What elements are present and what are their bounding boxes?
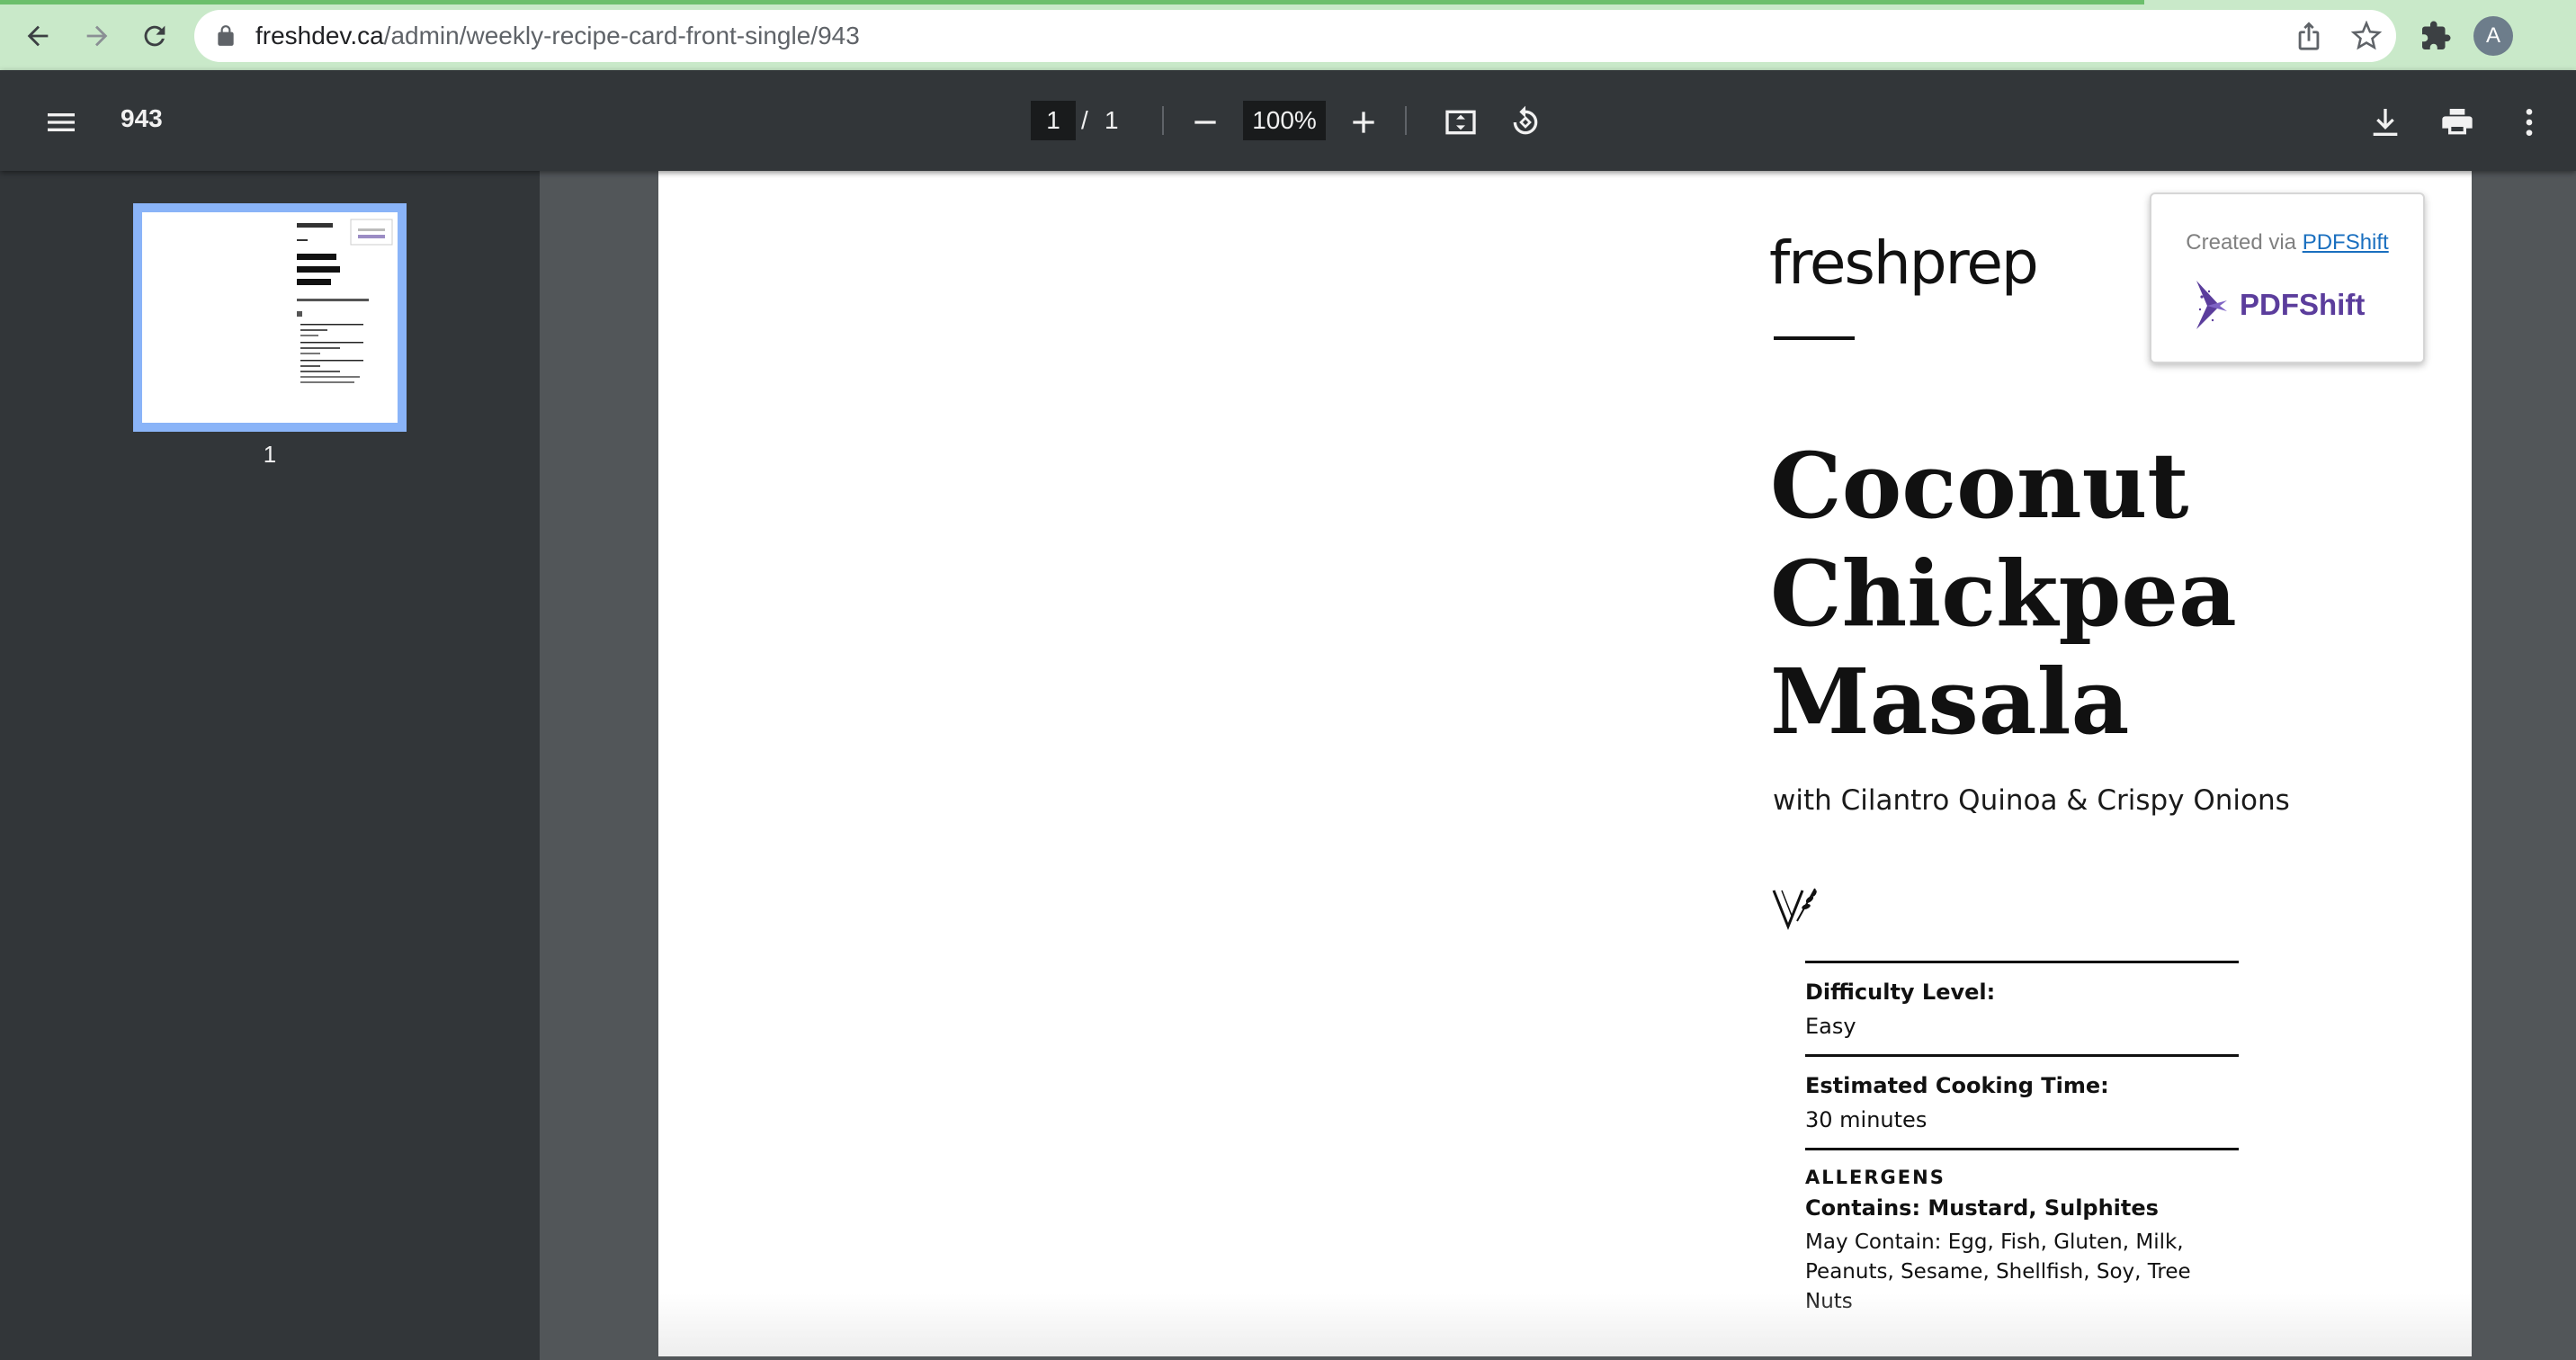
lock-icon[interactable]: [214, 24, 237, 48]
address-bar[interactable]: freshdev.ca/admin/weekly-recipe-card-fro…: [194, 10, 2396, 62]
difficulty-section: Difficulty Level: Easy: [1805, 961, 2239, 1039]
back-arrow-icon: [27, 25, 49, 47]
recipe-title-line: Masala: [1770, 649, 2130, 755]
document-title: 943: [121, 104, 163, 132]
page-load-progress: [0, 0, 2144, 4]
page-number-input[interactable]: 1: [1031, 101, 1076, 140]
difficulty-label: Difficulty Level:: [1805, 980, 1996, 1005]
vegetarian-icon: [1772, 888, 1817, 931]
browser-chrome: freshdev.ca/admin/weekly-recipe-card-fro…: [0, 0, 2576, 70]
more-options-button[interactable]: [2509, 103, 2549, 142]
brand-logo: freshprep: [1769, 228, 2039, 298]
page-separator: /: [1081, 106, 1088, 134]
share-icon[interactable]: [2294, 21, 2324, 51]
recipe-subtitle: with Cilantro Quinoa & Crispy Onions: [1773, 784, 2290, 817]
url-text[interactable]: freshdev.ca/admin/weekly-recipe-card-fro…: [255, 21, 860, 51]
created-via-text: Created via PDFShift: [2151, 230, 2423, 255]
zoom-level-input[interactable]: 100%: [1243, 101, 1326, 140]
cooking-time-section: Estimated Cooking Time: 30 minutes: [1805, 1054, 2239, 1132]
menu-button[interactable]: [41, 103, 81, 142]
forward-arrow-icon: [86, 25, 108, 47]
zoom-in-button[interactable]: [1344, 103, 1383, 142]
difficulty-value: Easy: [1805, 1014, 1856, 1039]
pdfshift-watermark: Created via PDFShift PDFShift: [2150, 192, 2425, 363]
toolbar-divider: [1405, 106, 1407, 135]
thumbnail-sidebar: 1: [0, 171, 540, 1360]
print-button[interactable]: [2437, 103, 2477, 142]
reload-button[interactable]: [131, 13, 178, 59]
fit-page-icon: [1445, 110, 1476, 135]
zoom-out-icon: [1194, 121, 1216, 124]
menu-icon: [48, 113, 75, 131]
recipe-title-line: Coconut: [1770, 433, 2189, 539]
page-thumbnail[interactable]: [133, 203, 407, 432]
allergens-section: ALLERGENS Contains: Mustard, Sulphites M…: [1805, 1148, 2239, 1317]
brand-underline: [1774, 336, 1855, 340]
zoom-out-button[interactable]: [1185, 103, 1225, 142]
cooking-time-value: 30 minutes: [1805, 1107, 1928, 1132]
toolbar-divider: [1162, 106, 1164, 135]
pdfshift-link[interactable]: PDFShift: [2303, 230, 2389, 255]
zoom-in-icon: [1353, 112, 1374, 133]
pdfshift-logo-text: PDFShift: [2240, 288, 2365, 321]
page-thumbnail-preview: [142, 212, 398, 423]
print-icon: [2442, 109, 2473, 135]
svg-text:PDFShift: PDFShift: [2240, 288, 2365, 321]
reload-icon: [144, 25, 165, 47]
forward-button[interactable]: [74, 13, 121, 59]
allergens-contains: Contains: Mustard, Sulphites: [1805, 1195, 2159, 1221]
more-vert-icon: [2526, 109, 2533, 136]
page-bottom-shadow: [658, 1293, 2472, 1356]
pdfshift-logo: PDFShift: [2196, 281, 2365, 329]
recipe-title-line: Chickpea: [1770, 541, 2237, 647]
download-button[interactable]: [2366, 103, 2405, 142]
fit-page-button[interactable]: [1441, 103, 1480, 142]
download-icon: [2373, 109, 2398, 136]
cooking-time-label: Estimated Cooking Time:: [1805, 1073, 2109, 1098]
thumbnail-page-number: 1: [263, 441, 277, 468]
rotate-icon: [1513, 105, 1538, 135]
created-via-label: Created via: [2186, 230, 2297, 255]
pdf-toolbar: 943 1 / 1 100%: [0, 70, 2576, 171]
avatar[interactable]: A: [2473, 16, 2513, 56]
allergens-heading: ALLERGENS: [1805, 1167, 1945, 1188]
star-icon[interactable]: [2351, 21, 2382, 51]
back-button[interactable]: [14, 13, 61, 59]
page-count: 1: [1105, 106, 1119, 134]
rotate-button[interactable]: [1506, 103, 1545, 142]
recipe-title: Coconut Chickpea Masala: [1770, 432, 2400, 756]
url-path: /admin/weekly-recipe-card-front-single/9…: [383, 22, 860, 49]
url-host: freshdev.ca: [255, 22, 384, 49]
extensions-icon[interactable]: [2419, 20, 2452, 52]
